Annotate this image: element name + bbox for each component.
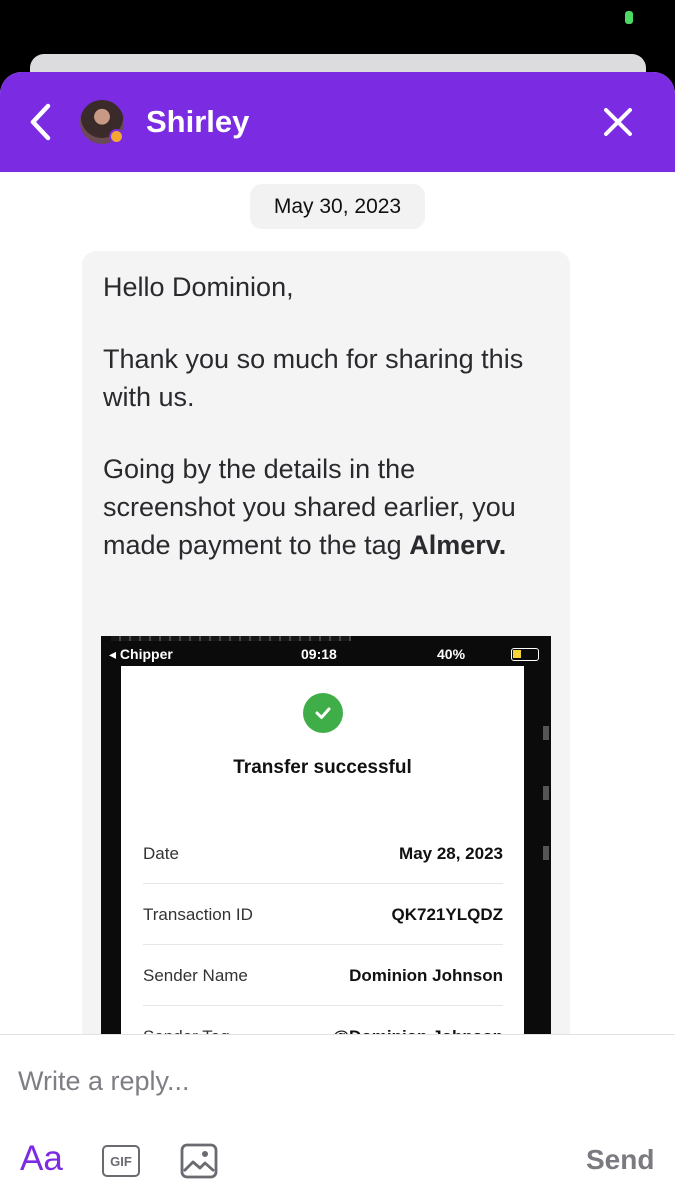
receipt-value: May 28, 2023: [399, 844, 503, 863]
receipt-card: Transfer successful Date May 28, 2023 Tr…: [121, 666, 524, 1056]
receipt-label: Transaction ID: [143, 905, 253, 924]
device-status-bar: [0, 0, 675, 60]
text-format-button[interactable]: Aa: [20, 1139, 63, 1179]
battery-icon: [625, 11, 633, 24]
receipt-label: Sender Name: [143, 966, 248, 985]
screenshot-time: 09:18: [301, 646, 337, 662]
receipt-row: Date May 28, 2023: [143, 824, 503, 884]
screenshot-edge: [543, 726, 549, 906]
message-tag: Almerv.: [409, 530, 507, 560]
image-upload-button[interactable]: [180, 1143, 218, 1184]
battery-icon: [511, 648, 539, 661]
message-greeting: Hello Dominion,: [103, 272, 294, 302]
reply-input[interactable]: [18, 1061, 578, 1101]
back-button[interactable]: [22, 100, 58, 144]
check-circle-icon: [303, 693, 343, 733]
attached-screenshot[interactable]: ◂ Chipper 09:18 40% Transfer successful …: [101, 636, 551, 1056]
chat-header: Shirley: [0, 72, 675, 172]
chevron-left-icon: [30, 103, 51, 141]
status-badge: [109, 129, 124, 144]
agent-name: Shirley: [146, 104, 250, 139]
reply-composer: Aa GIF Send: [0, 1034, 675, 1200]
cropped-text: [111, 636, 351, 641]
message-details: Going by the details in the screenshot y…: [103, 450, 543, 564]
image-icon: [180, 1143, 218, 1179]
close-button[interactable]: [598, 102, 638, 142]
receipt-label: Date: [143, 844, 179, 863]
screenshot-status-bar: ◂ Chipper 09:18 40%: [101, 642, 551, 666]
close-icon: [604, 108, 632, 136]
receipt-row: Transaction ID QK721YLQDZ: [143, 885, 503, 945]
screenshot-carrier: ◂ Chipper: [109, 646, 173, 662]
send-button[interactable]: Send: [586, 1142, 654, 1178]
message-thanks: Thank you so much for sharing this with …: [103, 344, 524, 412]
receipt-value: QK721YLQDZ: [391, 905, 503, 924]
receipt-row: Sender Name Dominion Johnson: [143, 946, 503, 1006]
date-separator: May 30, 2023: [250, 184, 425, 229]
chat-window: Shirley May 30, 2023 Hello Dominion, Tha…: [0, 72, 675, 1200]
receipt-title: Transfer successful: [233, 757, 412, 778]
message-bubble: Hello Dominion, Thank you so much for sh…: [82, 251, 570, 1151]
gif-button[interactable]: GIF: [102, 1145, 140, 1177]
receipt-value: Dominion Johnson: [349, 966, 503, 985]
screenshot-battery: 40%: [437, 646, 466, 662]
